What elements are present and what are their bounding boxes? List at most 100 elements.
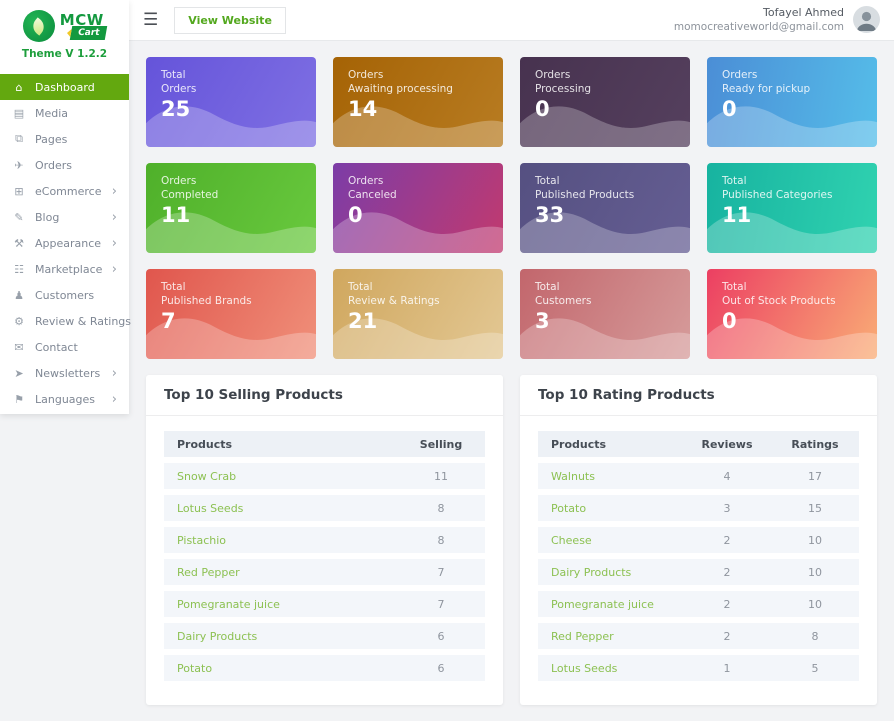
sidebar-item-label: Pages xyxy=(35,133,67,146)
cell-value: 6 xyxy=(397,623,485,649)
stat-card-orders-canceled[interactable]: Orders Canceled 0 xyxy=(333,163,503,253)
product-link[interactable]: Lotus Seeds xyxy=(164,495,397,521)
wave-decoration xyxy=(707,199,877,253)
cell-value: 10 xyxy=(771,591,859,617)
stat-card-total-published-categories[interactable]: Total Published Categories 11 xyxy=(707,163,877,253)
product-link[interactable]: Pomegranate juice xyxy=(164,591,397,617)
orders-send-icon: ✈ xyxy=(12,159,26,172)
cell-value: 3 xyxy=(683,495,771,521)
top-rating-products-card: Top 10 Rating Products ProductsReviewsRa… xyxy=(520,375,877,705)
cell-value: 6 xyxy=(397,655,485,681)
table-row: Cheese210 xyxy=(538,527,859,553)
sidebar-item-ecommerce[interactable]: ⊞ eCommerce › xyxy=(0,178,129,204)
stat-card-label-line1: Total xyxy=(348,280,488,294)
pages-icon: ⧉ xyxy=(12,132,26,146)
stat-card-total-published-products[interactable]: Total Published Products 33 xyxy=(520,163,690,253)
table-row: Lotus Seeds8 xyxy=(164,495,485,521)
stat-card-total-published-brands[interactable]: Total Published Brands 7 xyxy=(146,269,316,359)
sidebar-item-newsletters[interactable]: ➤ Newsletters › xyxy=(0,360,129,386)
stat-card-total-orders[interactable]: Total Orders 25 xyxy=(146,57,316,147)
stat-card-total-review-ratings[interactable]: Total Review & Ratings 21 xyxy=(333,269,503,359)
product-link[interactable]: Dairy Products xyxy=(538,559,683,585)
sidebar: MCW Cart Theme V 1.2.2 ⌂ Dashboard ▤ Med… xyxy=(0,0,129,414)
sidebar-item-label: eCommerce xyxy=(35,185,101,198)
product-link[interactable]: Walnuts xyxy=(538,463,683,489)
column-header-reviews: Reviews xyxy=(683,431,771,457)
sidebar-item-customers[interactable]: ♟ Customers xyxy=(0,282,129,308)
stat-card-label-line1: Total xyxy=(161,68,301,82)
appearance-wrench-icon: ⚒ xyxy=(12,237,26,250)
chevron-right-icon: › xyxy=(112,393,117,406)
table-row: Dairy Products210 xyxy=(538,559,859,585)
table-title: Top 10 Rating Products xyxy=(520,375,877,416)
table-row: Red Pepper28 xyxy=(538,623,859,649)
tables-row: Top 10 Selling Products ProductsSelling … xyxy=(146,375,877,705)
cell-value: 10 xyxy=(771,559,859,585)
product-link[interactable]: Cheese xyxy=(538,527,683,553)
sidebar-item-label: Review & Ratings xyxy=(35,315,131,328)
table-row: Pomegranate juice210 xyxy=(538,591,859,617)
product-link[interactable]: Red Pepper xyxy=(538,623,683,649)
product-link[interactable]: Pistachio xyxy=(164,527,397,553)
chevron-right-icon: › xyxy=(112,185,117,198)
stat-card-total-customers[interactable]: Total Customers 3 xyxy=(520,269,690,359)
user-avatar[interactable] xyxy=(853,6,880,33)
stat-card-label-line1: Total xyxy=(722,280,862,294)
product-link[interactable]: Snow Crab xyxy=(164,463,397,489)
product-link[interactable]: Dairy Products xyxy=(164,623,397,649)
stat-card-label-line1: Total xyxy=(535,280,675,294)
stat-card-label-line1: Total xyxy=(535,174,675,188)
view-website-button[interactable]: View Website xyxy=(174,7,286,34)
table-row: Walnuts417 xyxy=(538,463,859,489)
sidebar-item-contact[interactable]: ✉ Contact xyxy=(0,334,129,360)
cell-value: 1 xyxy=(683,655,771,681)
stat-card-orders-ready-for-pickup[interactable]: Orders Ready for pickup 0 xyxy=(707,57,877,147)
cell-value: 7 xyxy=(397,591,485,617)
sidebar-item-languages[interactable]: ⚑ Languages › xyxy=(0,386,129,412)
stat-card-orders-awaiting-processing[interactable]: Orders Awaiting processing 14 xyxy=(333,57,503,147)
sidebar-item-pages[interactable]: ⧉ Pages xyxy=(0,126,129,152)
sidebar-item-orders[interactable]: ✈ Orders xyxy=(0,152,129,178)
wave-decoration xyxy=(146,93,316,147)
top-selling-products-card: Top 10 Selling Products ProductsSelling … xyxy=(146,375,503,705)
sidebar-item-media[interactable]: ▤ Media xyxy=(0,100,129,126)
cell-value: 8 xyxy=(397,527,485,553)
product-link[interactable]: Potato xyxy=(538,495,683,521)
wave-decoration xyxy=(333,199,503,253)
sidebar-item-label: Contact xyxy=(35,341,78,354)
brand-name-bottom: Cart xyxy=(70,26,108,40)
table-row: Pomegranate juice7 xyxy=(164,591,485,617)
brand-logo[interactable]: MCW Cart Theme V 1.2.2 xyxy=(0,0,129,64)
stat-card-orders-completed[interactable]: Orders Completed 11 xyxy=(146,163,316,253)
wave-decoration xyxy=(520,305,690,359)
sidebar-item-marketplace[interactable]: ☷ Marketplace › xyxy=(0,256,129,282)
table-row: Potato6 xyxy=(164,655,485,681)
marketplace-sitemap-icon: ☷ xyxy=(12,263,26,276)
stat-card-total-out-of-stock-products[interactable]: Total Out of Stock Products 0 xyxy=(707,269,877,359)
product-link[interactable]: Red Pepper xyxy=(164,559,397,585)
wave-decoration xyxy=(146,199,316,253)
cell-value: 15 xyxy=(771,495,859,521)
sidebar-item-appearance[interactable]: ⚒ Appearance › xyxy=(0,230,129,256)
product-link[interactable]: Pomegranate juice xyxy=(538,591,683,617)
top-selling-products-table: ProductsSelling Snow Crab11Lotus Seeds8P… xyxy=(164,425,485,687)
column-header-products: Products xyxy=(538,431,683,457)
stat-cards-grid: Total Orders 25 Orders Awaiting processi… xyxy=(146,57,877,359)
sidebar-item-blog[interactable]: ✎ Blog › xyxy=(0,204,129,230)
stat-card-label-line1: Total xyxy=(161,280,301,294)
hamburger-menu-icon[interactable]: ☰ xyxy=(143,12,158,29)
cell-value: 2 xyxy=(683,527,771,553)
stat-card-orders-processing[interactable]: Orders Processing 0 xyxy=(520,57,690,147)
cell-value: 17 xyxy=(771,463,859,489)
sidebar-item-label: Appearance xyxy=(35,237,101,250)
stat-card-label-line1: Total xyxy=(722,174,862,188)
newsletters-send-icon: ➤ xyxy=(12,367,26,380)
product-link[interactable]: Potato xyxy=(164,655,397,681)
sidebar-item-dashboard[interactable]: ⌂ Dashboard xyxy=(0,74,129,100)
sidebar-item-review-ratings[interactable]: ⚙ Review & Ratings xyxy=(0,308,129,334)
product-link[interactable]: Lotus Seeds xyxy=(538,655,683,681)
table-row: Potato315 xyxy=(538,495,859,521)
leaf-icon xyxy=(30,17,48,35)
table-row: Pistachio8 xyxy=(164,527,485,553)
cell-value: 4 xyxy=(683,463,771,489)
